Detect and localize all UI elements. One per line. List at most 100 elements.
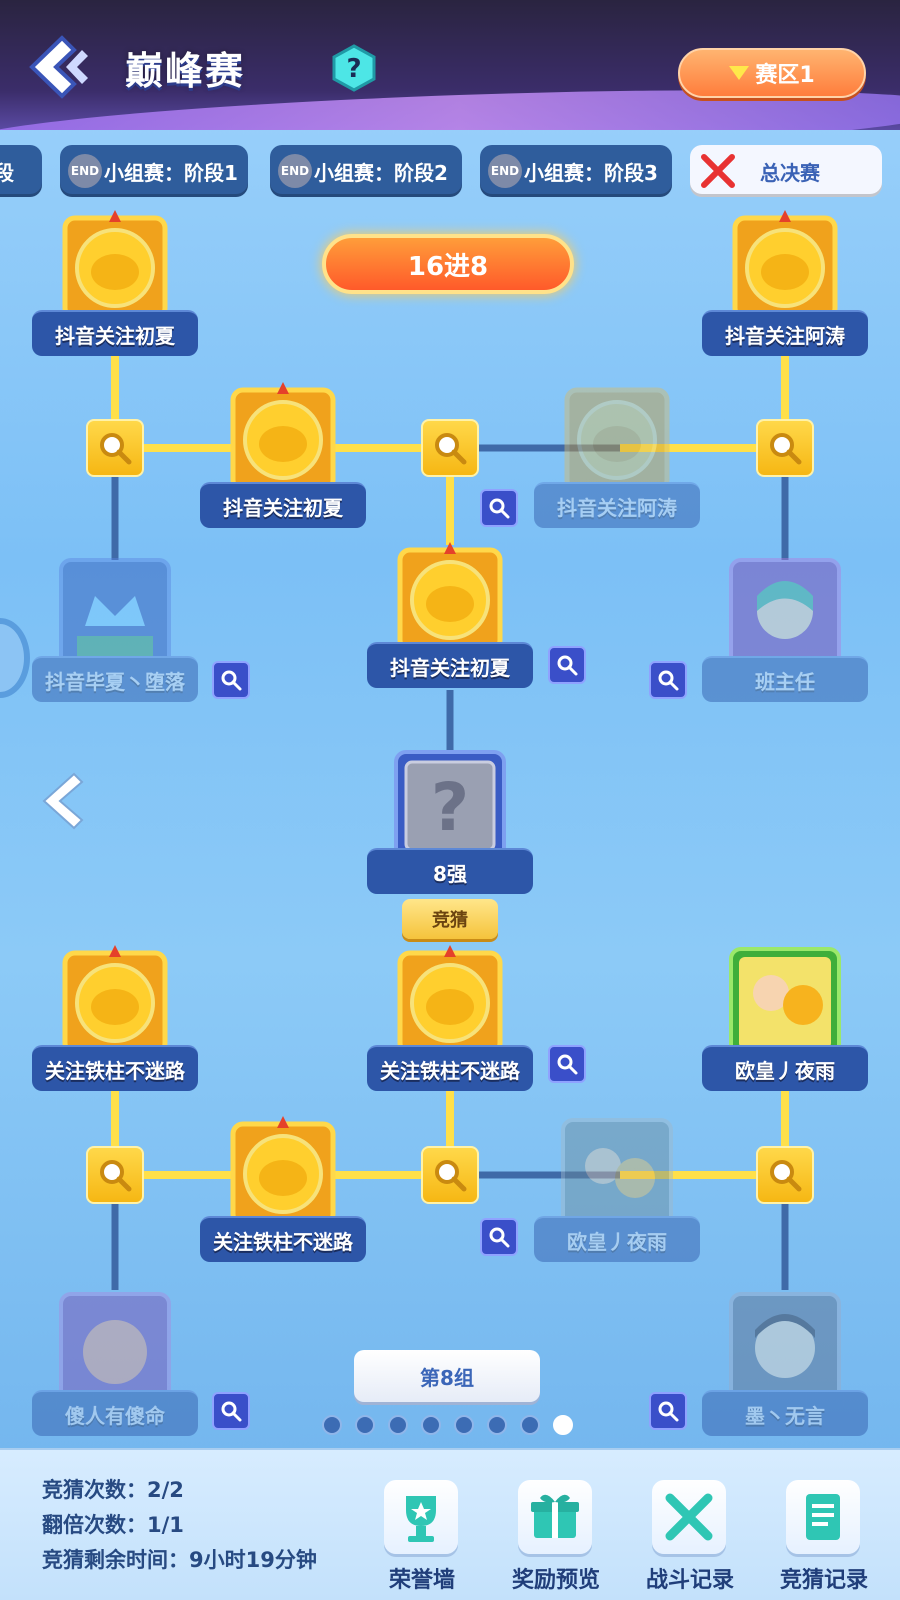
player-name: 关注铁柱不迷路	[200, 1216, 366, 1262]
double-count-text: 翻倍次数：1/1	[42, 1513, 184, 1537]
page-dot[interactable]	[322, 1415, 342, 1435]
document-list-icon	[786, 1480, 860, 1554]
player-card-upper-top-right[interactable]: 抖音关注阿涛	[702, 210, 868, 356]
inspect-player-button[interactable]	[548, 646, 586, 684]
player-name: 抖音关注初夏	[200, 482, 366, 528]
piggy-medal-icon	[732, 210, 838, 321]
player-card-lower-mid-left[interactable]: 关注铁柱不迷路	[200, 1116, 366, 1262]
inspect-player-button[interactable]	[212, 661, 250, 699]
search-icon	[435, 433, 467, 465]
player-avatar	[59, 558, 171, 670]
search-icon	[100, 1160, 132, 1192]
zone-select-button[interactable]: 赛区1	[678, 48, 866, 98]
player-name: 墨丶无言	[702, 1390, 868, 1436]
inspect-player-button[interactable]	[480, 1218, 518, 1256]
inspect-match-button[interactable]	[86, 419, 144, 477]
crossed-swords-icon	[652, 1480, 726, 1554]
page-dot[interactable]	[388, 1415, 408, 1435]
svg-text:?: ?	[346, 54, 361, 84]
page-title: 巅峰赛	[125, 49, 246, 93]
back-icon[interactable]	[22, 32, 94, 102]
inspect-match-button[interactable]	[421, 1146, 479, 1204]
player-name: 抖音毕夏丶堕落	[32, 656, 198, 702]
page-dot[interactable]	[421, 1415, 441, 1435]
chevron-left-icon[interactable]	[34, 770, 86, 832]
player-name: 抖音关注阿涛	[534, 482, 700, 528]
player-card-upper-top-left[interactable]: 抖音关注初夏	[32, 210, 198, 356]
search-icon	[770, 433, 802, 465]
player-avatar	[729, 947, 841, 1059]
inspect-match-button[interactable]	[756, 1146, 814, 1204]
player-name: 抖音关注阿涛	[702, 310, 868, 356]
search-icon	[658, 1401, 679, 1422]
inspect-match-button[interactable]	[421, 419, 479, 477]
inspect-player-button[interactable]	[548, 1045, 586, 1083]
player-avatar	[561, 1118, 673, 1230]
player-card-lower-top-right[interactable]: 欧皇丿夜雨	[702, 945, 868, 1091]
player-card-lower-winner[interactable]: 关注铁柱不迷路	[367, 945, 533, 1091]
search-icon	[557, 655, 578, 676]
piggy-medal-icon	[564, 387, 670, 493]
piggy-medal-icon	[230, 382, 336, 493]
quarterfinal-label: 8强	[367, 848, 533, 894]
inspect-player-button[interactable]	[480, 489, 518, 527]
honor-wall-button[interactable]: 荣誉墙	[362, 1480, 482, 1593]
search-icon	[221, 670, 242, 691]
guess-record-label: 竞猜记录	[779, 1568, 868, 1593]
piggy-medal-icon	[62, 945, 168, 1056]
piggy-medal-icon	[397, 945, 503, 1056]
player-card-upper-bottom-left[interactable]: 抖音毕夏丶堕落	[32, 556, 198, 702]
player-card-upper-bottom-right[interactable]: 班主任	[702, 556, 868, 702]
trophy-icon	[384, 1480, 458, 1554]
search-icon	[489, 498, 510, 519]
player-card-lower-top-left[interactable]: 关注铁柱不迷路	[32, 945, 198, 1091]
piggy-medal-icon	[397, 542, 503, 653]
player-card-upper-winner[interactable]: 抖音关注初夏	[367, 542, 533, 688]
player-name: 班主任	[702, 656, 868, 702]
page-dot[interactable]	[487, 1415, 507, 1435]
page-dot[interactable]	[454, 1415, 474, 1435]
guess-button[interactable]: 竞猜	[402, 899, 498, 939]
player-name: 欧皇丿夜雨	[534, 1216, 700, 1262]
gift-icon	[518, 1480, 592, 1554]
inspect-player-button[interactable]	[649, 1392, 687, 1430]
player-avatar	[729, 1292, 841, 1404]
battle-record-button[interactable]: 战斗记录	[630, 1480, 750, 1593]
search-icon	[658, 670, 679, 691]
svg-text:?: ?	[431, 769, 469, 846]
player-card-lower-bottom-left[interactable]: 傻人有傻命	[32, 1290, 198, 1436]
quarterfinal-slot: ? 8强	[367, 748, 533, 894]
player-name: 傻人有傻命	[32, 1390, 198, 1436]
help-icon[interactable]: ?	[332, 44, 376, 92]
piggy-medal-icon	[62, 210, 168, 321]
player-name: 关注铁柱不迷路	[367, 1045, 533, 1091]
inspect-match-button[interactable]	[86, 1146, 144, 1204]
guess-record-button[interactable]: 竞猜记录	[764, 1480, 884, 1593]
search-icon	[435, 1160, 467, 1192]
page-dot[interactable]	[355, 1415, 375, 1435]
search-icon	[221, 1401, 242, 1422]
player-avatar	[59, 1292, 171, 1404]
inspect-player-button[interactable]	[212, 1392, 250, 1430]
inspect-player-button[interactable]	[649, 661, 687, 699]
search-icon	[557, 1054, 578, 1075]
player-name: 抖音关注初夏	[367, 642, 533, 688]
player-card-upper-mid-right[interactable]: 抖音关注阿涛	[534, 382, 700, 528]
remaining-time-text: 竞猜剩余时间：9小时19分钟	[42, 1548, 317, 1572]
dropdown-triangle-icon	[729, 66, 750, 80]
player-name: 欧皇丿夜雨	[702, 1045, 868, 1091]
piggy-medal-icon	[230, 1116, 336, 1227]
group-label[interactable]: 第8组	[354, 1350, 540, 1402]
search-icon	[100, 433, 132, 465]
page-dot[interactable]	[520, 1415, 540, 1435]
page-dot-active[interactable]	[553, 1415, 573, 1435]
zone-label: 赛区1	[755, 63, 815, 88]
search-icon	[489, 1227, 510, 1248]
search-icon	[770, 1160, 802, 1192]
player-card-lower-bottom-right[interactable]: 墨丶无言	[702, 1290, 868, 1436]
player-card-lower-mid-right[interactable]: 欧皇丿夜雨	[534, 1116, 700, 1262]
player-avatar	[729, 558, 841, 670]
player-card-upper-mid-left[interactable]: 抖音关注初夏	[200, 382, 366, 528]
inspect-match-button[interactable]	[756, 419, 814, 477]
reward-preview-button[interactable]: 奖励预览	[496, 1480, 616, 1593]
